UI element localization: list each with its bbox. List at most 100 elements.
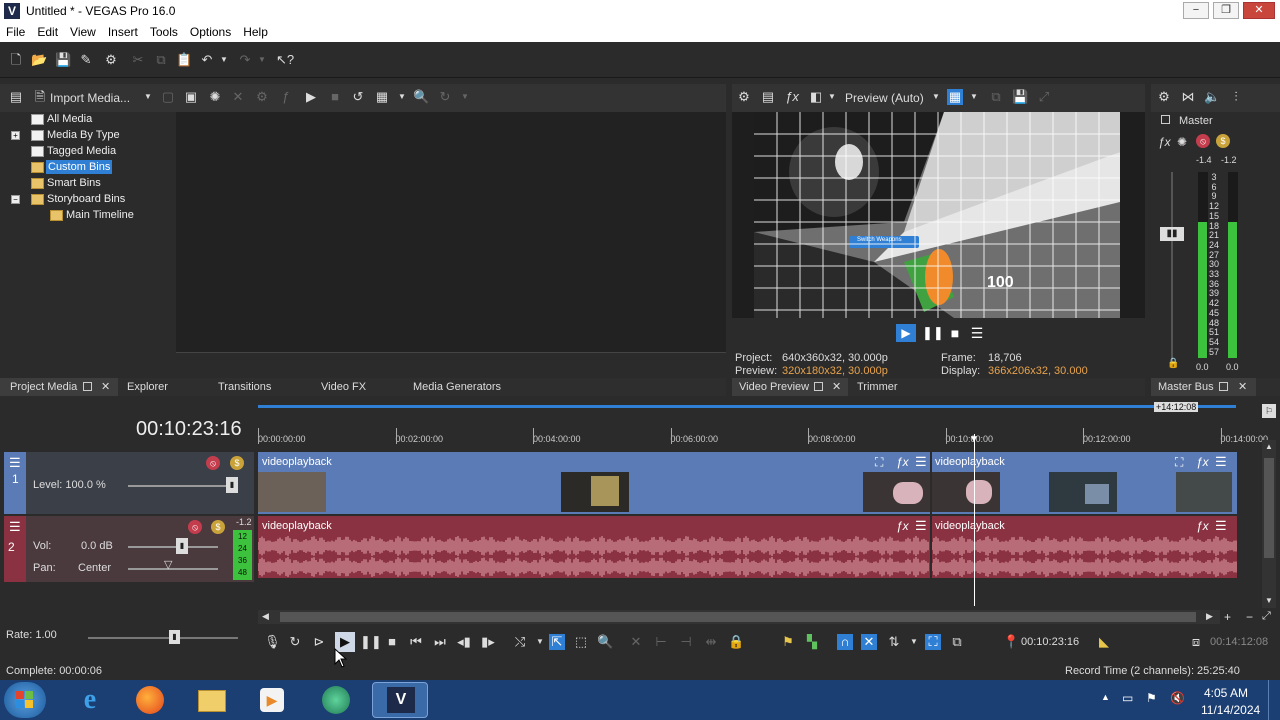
clip-fx-icon[interactable]: ƒx (896, 455, 909, 469)
cursor-marker-icon[interactable]: 📍 (1003, 634, 1019, 650)
normal-edit-icon[interactable]: ⇱ (549, 634, 565, 650)
delete-icon[interactable]: ✕ (628, 634, 644, 650)
paste-icon[interactable]: 📋 (176, 52, 192, 68)
media-properties-icon[interactable]: ⚙ (254, 89, 270, 105)
audio-clip[interactable]: videoplayback ƒx ☰ (932, 516, 1237, 578)
pan-slider-handle[interactable]: ▽ (164, 558, 172, 571)
downmix-icon[interactable]: ⋈ (1180, 89, 1196, 105)
vol-slider-track[interactable] (128, 546, 218, 548)
pause-button[interactable]: ❚❚ (360, 634, 382, 650)
camtasia-icon[interactable] (318, 684, 354, 716)
media-fx-icon[interactable]: ✺ (207, 89, 223, 105)
playhead-marker-icon[interactable]: ▼ (969, 434, 979, 445)
video-clip[interactable]: videoplayback ⛶ ƒx ☰ (932, 452, 1237, 514)
file-explorer-icon[interactable] (194, 684, 230, 716)
insert-region-icon[interactable]: ▚ (804, 634, 820, 650)
video-clip[interactable]: videoplayback ⛶ ƒx ☰ (258, 452, 930, 514)
clock-time[interactable]: 4:05 AM (1204, 686, 1248, 700)
overlays-dropdown-icon[interactable]: ▼ (966, 89, 982, 105)
track-menu-icon[interactable]: ☰ (9, 519, 21, 535)
media-play-icon[interactable]: ▶ (303, 89, 319, 105)
preview-menu-icon[interactable]: ☰ (968, 324, 986, 342)
previous-frame-icon[interactable]: ◂▮ (456, 634, 472, 650)
horizontal-scrollbar[interactable]: ◀ ▶ (258, 610, 1220, 624)
play-from-start-icon[interactable]: ⊳ (311, 634, 327, 650)
tree-item-media-by-type[interactable]: + Media By Type (0, 128, 176, 144)
redo-dropdown-icon[interactable]: ▼ (257, 52, 267, 68)
expand-icon[interactable]: + (11, 131, 20, 140)
vol-slider-handle[interactable]: ▮ (176, 538, 188, 554)
media-menu-icon[interactable]: ▤ (8, 89, 24, 105)
views-dropdown-icon[interactable]: ▼ (394, 89, 410, 105)
selection-end-icon[interactable]: ◣ (1096, 634, 1112, 650)
preview-play-button[interactable]: ▶ (896, 324, 916, 342)
menu-insert[interactable]: Insert (102, 22, 144, 39)
help-cursor-icon[interactable]: ↖? (276, 52, 294, 68)
preview-area[interactable]: Switch Weapons 100 (732, 112, 1145, 318)
firefox-icon[interactable] (132, 684, 168, 716)
get-media-icon[interactable]: ▣ (183, 89, 199, 105)
preview-quality-select[interactable]: Preview (Auto) (845, 91, 924, 105)
selection-tool-icon[interactable]: ⬚ (573, 634, 589, 650)
loop-icon[interactable]: ↻ (287, 634, 303, 650)
scroll-right-icon[interactable]: ▶ (1206, 611, 1213, 622)
mute-icon[interactable]: ⦸ (206, 456, 220, 470)
ignore-grouping-icon[interactable]: ⧉ (949, 634, 965, 650)
show-desktop-button[interactable] (1268, 680, 1280, 720)
split-dropdown-icon[interactable]: ▼ (824, 89, 840, 105)
clip-menu-icon[interactable]: ☰ (1215, 518, 1227, 534)
import-dropdown-icon[interactable]: ▼ (140, 89, 156, 105)
preview-stop-button[interactable]: ■ (946, 324, 964, 342)
marker-icon[interactable]: ⚐ (1262, 404, 1276, 418)
zoom-fit-icon[interactable]: ⤢ (1262, 610, 1271, 623)
zoom-out-icon[interactable]: − (1246, 610, 1253, 624)
vegas-taskbar-button[interactable]: V (372, 682, 428, 718)
master-fx-icon[interactable]: ƒx (1158, 135, 1171, 149)
scroll-left-icon[interactable]: ◀ (262, 611, 269, 622)
next-frame-icon[interactable]: ▮▸ (480, 634, 496, 650)
selection-length-icon[interactable]: ⧈ (1188, 634, 1204, 650)
scroll-thumb[interactable] (1264, 458, 1274, 558)
playhead[interactable] (974, 434, 975, 606)
media-stop-icon[interactable]: ■ (327, 89, 343, 105)
track-menu-icon[interactable]: ☰ (9, 455, 21, 471)
tray-expand-icon[interactable]: ▲ (1101, 692, 1110, 702)
edit-tool-dropdown-icon[interactable]: ▼ (532, 634, 548, 650)
undock-icon[interactable] (1219, 382, 1228, 391)
audio-clip[interactable]: videoplayback ƒx ☰ (258, 516, 930, 578)
media-player-icon[interactable]: ▶ (254, 684, 290, 716)
tray-network-icon[interactable]: ▭ (1122, 691, 1133, 705)
rate-slider-handle[interactable]: ▮ (169, 630, 180, 644)
level-slider-track[interactable] (128, 485, 238, 487)
minimize-button[interactable]: − (1183, 2, 1209, 19)
tray-flag-icon[interactable]: ⚑ (1146, 691, 1157, 705)
overlays-grid-icon[interactable]: ▦ (947, 89, 963, 105)
cut-icon[interactable]: ✂ (130, 52, 146, 68)
tree-item-storyboard-bins[interactable]: − Storyboard Bins (0, 192, 176, 208)
zoom-in-icon[interactable]: + (1224, 610, 1231, 624)
trim-start-icon[interactable]: ⊣ (678, 634, 694, 650)
search-icon[interactable]: 🔍 (413, 89, 429, 105)
save-as-icon[interactable]: ✎ (78, 52, 94, 68)
preview-extra-icon[interactable]: ⤢ (1036, 89, 1052, 105)
snapping-icon[interactable]: ∩ (837, 634, 853, 650)
ripple-edit-icon[interactable]: ⇅ (886, 634, 902, 650)
internet-explorer-icon[interactable]: e (72, 684, 108, 716)
lock-envelopes-icon[interactable]: ⛶ (925, 634, 941, 650)
clip-menu-icon[interactable]: ☰ (1215, 454, 1227, 470)
menu-file[interactable]: File (0, 22, 31, 39)
tab-project-media[interactable]: Project Media ✕ (0, 378, 118, 396)
trim-icon[interactable]: ⊢ (653, 634, 669, 650)
menu-tools[interactable]: Tools (144, 22, 184, 39)
tree-item-custom-bins[interactable]: Custom Bins (0, 160, 176, 176)
collapse-icon[interactable]: − (11, 195, 20, 204)
media-list-area[interactable] (176, 112, 726, 352)
tree-item-all-media[interactable]: All Media (0, 112, 176, 128)
lock-icon[interactable]: 🔒 (1167, 358, 1179, 369)
auto-crossfade-icon[interactable]: ✕ (861, 634, 877, 650)
menu-options[interactable]: Options (184, 22, 237, 39)
preview-pause-button[interactable]: ❚❚ (922, 324, 944, 342)
audio-track-header[interactable]: ☰ 2 ⦸ $ -1.2 12 24 36 48 Vol: 0.0 dB ▮ P… (4, 516, 254, 582)
master-fader-handle[interactable]: ▮▮ (1160, 227, 1184, 241)
menu-view[interactable]: View (64, 22, 102, 39)
